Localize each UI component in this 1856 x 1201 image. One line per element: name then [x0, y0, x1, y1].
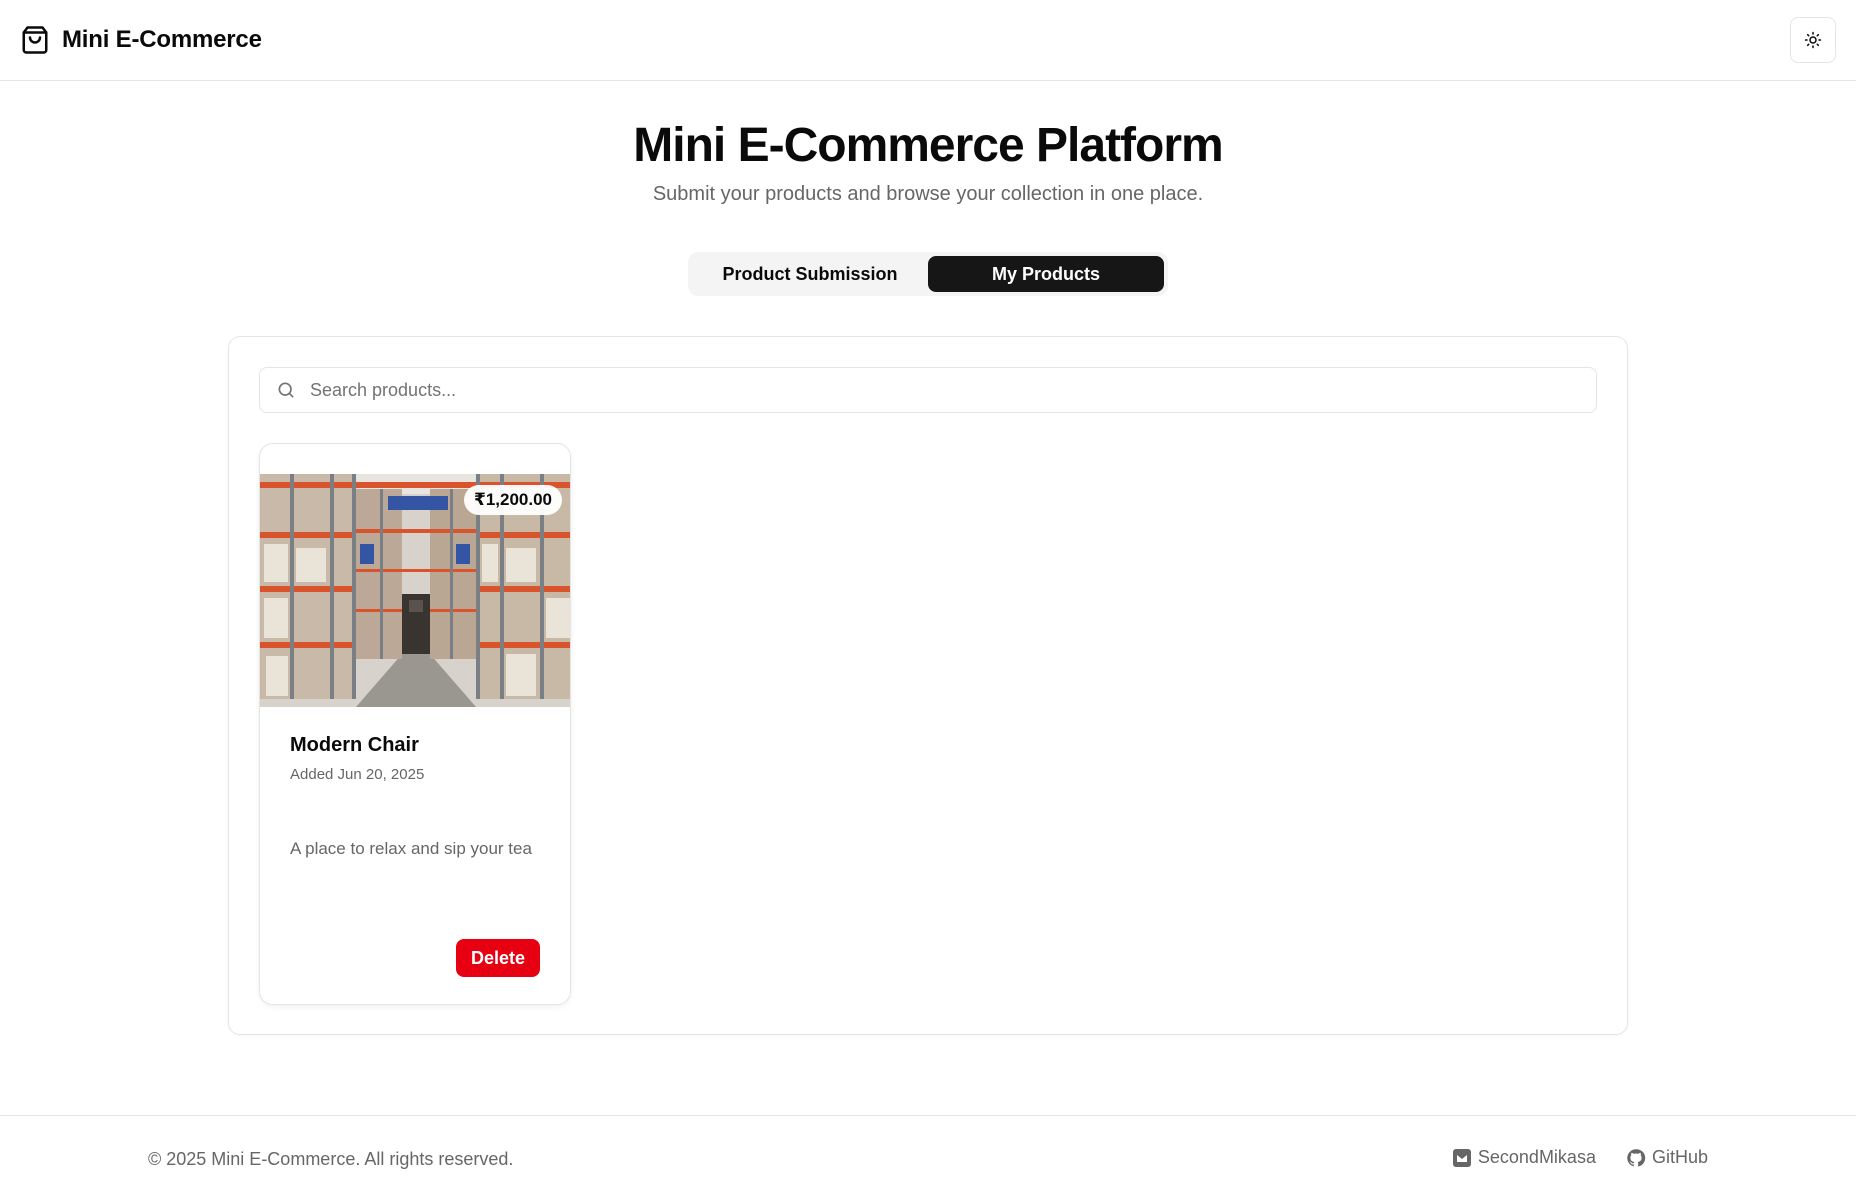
- footer-link-secondmikasa[interactable]: SecondMikasa: [1452, 1147, 1596, 1168]
- badge-icon: [1452, 1148, 1472, 1168]
- shopping-bag-icon: [20, 25, 50, 55]
- search-input[interactable]: [310, 368, 1596, 412]
- search-bar[interactable]: [259, 367, 1597, 413]
- page-title: Mini E-Commerce Platform: [633, 119, 1223, 172]
- tab-product-submission[interactable]: Product Submission: [692, 256, 928, 292]
- product-image: ₹1,200.00: [260, 474, 570, 707]
- sun-icon: [1804, 31, 1822, 49]
- top-navbar: Mini E-Commerce: [0, 0, 1856, 81]
- brand-name: Mini E-Commerce: [62, 26, 262, 53]
- copyright-text: © 2025 Mini E-Commerce. All rights reser…: [148, 1149, 514, 1169]
- footer-link-github[interactable]: GitHub: [1626, 1147, 1708, 1168]
- price-badge: ₹1,200.00: [463, 485, 562, 515]
- brand[interactable]: Mini E-Commerce: [20, 25, 262, 55]
- footer-links: SecondMikasa GitHub: [1452, 1147, 1708, 1168]
- products-panel: ₹1,200.00 Modern Chair Added Jun 20, 202…: [228, 336, 1628, 1035]
- product-card: ₹1,200.00 Modern Chair Added Jun 20, 202…: [259, 443, 571, 1005]
- footer-link-label: SecondMikasa: [1477, 1147, 1596, 1167]
- theme-toggle-button[interactable]: [1790, 17, 1836, 63]
- product-name: Modern Chair: [290, 734, 419, 756]
- delete-button[interactable]: Delete: [456, 939, 540, 977]
- tab-my-products[interactable]: My Products: [928, 256, 1164, 292]
- product-date: Added Jun 20, 2025: [290, 766, 425, 783]
- search-icon: [276, 380, 296, 400]
- tab-list: Product Submission My Products: [688, 252, 1168, 296]
- footer: © 2025 Mini E-Commerce. All rights reser…: [0, 1115, 1856, 1201]
- github-icon: [1626, 1148, 1646, 1168]
- footer-link-label: GitHub: [1651, 1147, 1708, 1167]
- product-description: A place to relax and sip your tea: [290, 839, 532, 858]
- page-subtitle: Submit your products and browse your col…: [652, 183, 1204, 205]
